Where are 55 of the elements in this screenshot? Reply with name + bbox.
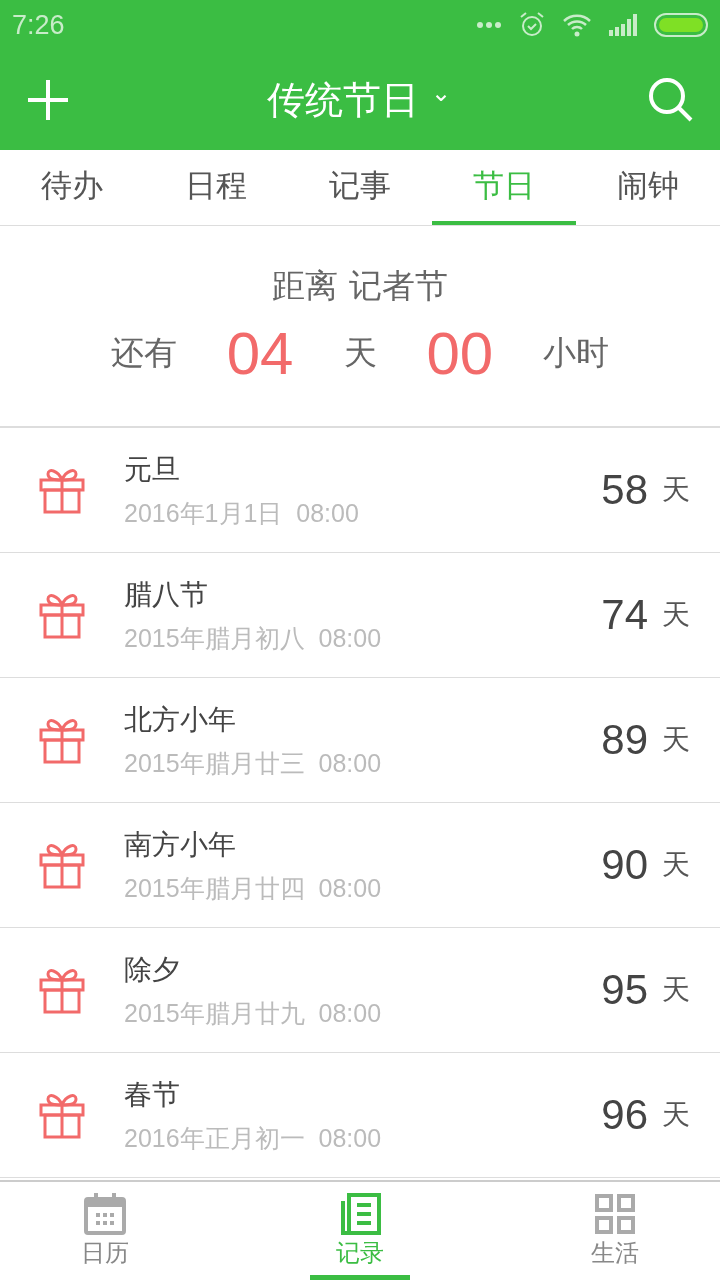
festival-date: 2016年正月初一 08:00	[124, 1122, 383, 1154]
festival-name: 北方小年	[124, 701, 237, 738]
days-count: 96	[601, 1091, 648, 1139]
more-dots-icon	[476, 21, 502, 29]
gift-icon	[38, 1091, 86, 1139]
gift-icon	[38, 841, 86, 889]
festival-date: 2015年腊月廿四 08:00	[124, 872, 383, 904]
festival-name: 腊八节	[124, 576, 209, 613]
festival-row[interactable]: 元旦 2016年1月1日 08:00 58 天	[0, 428, 720, 553]
countdown-days-unit: 天	[343, 332, 377, 374]
days-count: 58	[601, 466, 648, 514]
countdown-prefix: 还有	[110, 332, 177, 374]
days-count: 89	[601, 716, 648, 764]
gift-icon	[38, 591, 86, 639]
festival-row[interactable]: 南方小年 2015年腊月廿四 08:00 90 天	[0, 803, 720, 928]
festival-date: 2016年1月1日 08:00	[124, 497, 360, 529]
add-icon[interactable]	[26, 78, 70, 122]
battery-icon	[654, 13, 708, 37]
days-unit: 天	[662, 847, 690, 883]
alarm-icon	[518, 11, 546, 39]
days-unit: 天	[662, 1097, 690, 1133]
days-unit: 天	[662, 597, 690, 633]
festival-row[interactable]: 除夕 2015年腊月廿九 08:00 95 天	[0, 928, 720, 1053]
status-time: 7:26	[12, 9, 65, 41]
countdown-days: 04	[226, 319, 294, 388]
countdown-hours: 00	[426, 319, 494, 388]
festival-row[interactable]: 腊八节 2015年腊月初八 08:00 74 天	[0, 553, 720, 678]
nav-tab[interactable]: 生活	[510, 1182, 720, 1280]
gift-icon	[38, 716, 86, 764]
countdown-hours-unit: 小时	[543, 332, 610, 374]
grid-icon	[594, 1192, 636, 1235]
festival-date: 2015年腊月廿九 08:00	[124, 997, 383, 1029]
search-icon[interactable]	[648, 77, 694, 123]
gift-icon	[38, 466, 86, 514]
wifi-icon	[562, 13, 592, 37]
gift-icon	[38, 966, 86, 1014]
notes-icon	[339, 1192, 381, 1235]
nav-tab[interactable]: 日历	[0, 1182, 210, 1280]
festival-name: 南方小年	[124, 826, 237, 863]
signal-icon	[608, 14, 638, 36]
festival-row[interactable]: 北方小年 2015年腊月廿三 08:00 89 天	[0, 678, 720, 803]
days-count: 74	[601, 591, 648, 639]
festival-date: 2015年腊月廿三 08:00	[124, 747, 383, 779]
days-unit: 天	[662, 722, 690, 758]
days-count: 95	[601, 966, 648, 1014]
festival-name: 春节	[124, 1076, 181, 1113]
calendar-icon	[84, 1192, 126, 1235]
festival-date: 2015年腊月初八 08:00	[124, 622, 383, 654]
days-count: 90	[601, 841, 648, 889]
festival-name: 除夕	[124, 951, 181, 988]
countdown-heading: 距离 记者节	[272, 265, 448, 307]
festival-name: 元旦	[124, 451, 181, 488]
festival-row[interactable]: 春节 2016年正月初一 08:00 96 天	[0, 1053, 720, 1178]
days-unit: 天	[662, 472, 690, 508]
days-unit: 天	[662, 972, 690, 1008]
